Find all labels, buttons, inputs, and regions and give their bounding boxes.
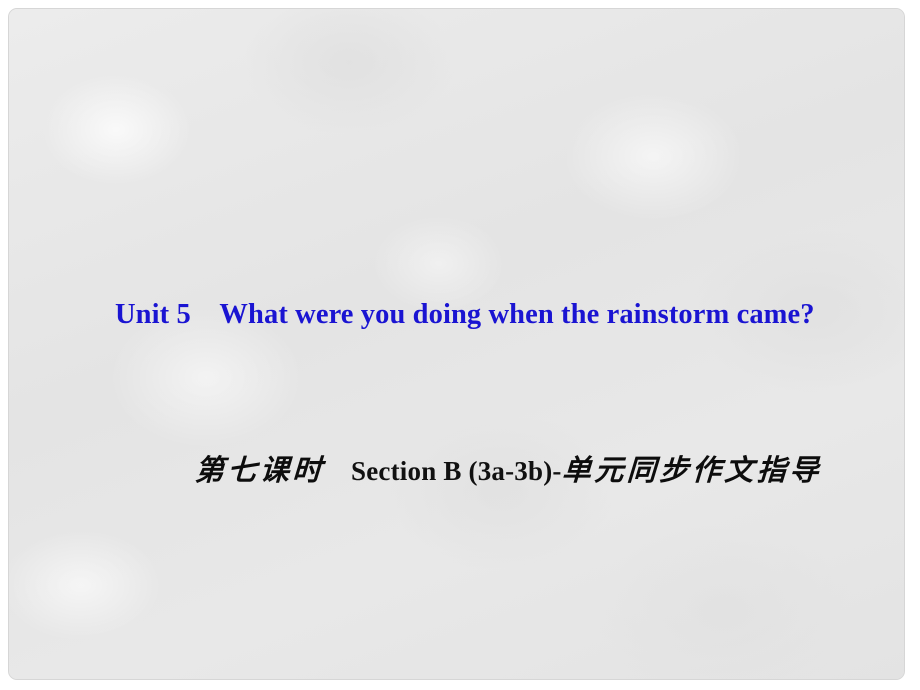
slide-surface: Unit 5 What were you doing when the rain…	[8, 8, 905, 680]
slide-title-block: Unit 5 What were you doing when the rain…	[9, 9, 904, 679]
topic-label: 单元同步作文指导	[560, 453, 823, 487]
lesson-label: 第七课时	[194, 453, 326, 487]
presentation-slide: Unit 5 What were you doing when the rain…	[0, 0, 920, 690]
slide-title-line-1: Unit 5 What were you doing when the rain…	[115, 299, 815, 330]
section-label: Section B (3a-3b)-	[351, 456, 562, 486]
slide-title-line-2: 第七课时 Section B (3a-3b)-单元同步作文指导	[141, 407, 841, 534]
